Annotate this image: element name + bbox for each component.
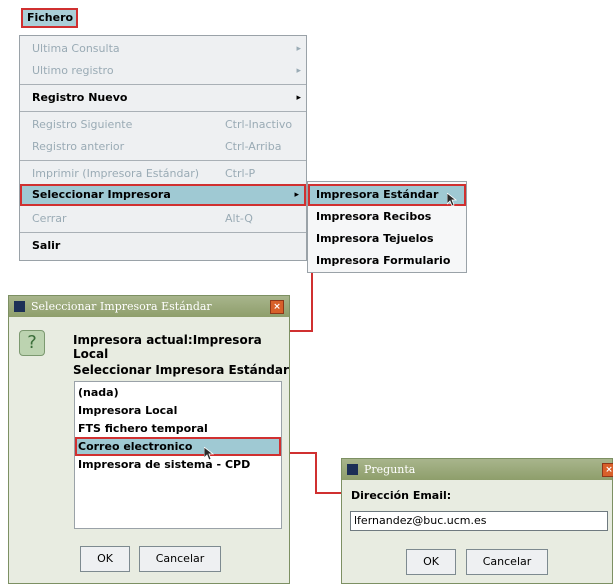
submenu-item-impresora-estandar[interactable]: Impresora Estándar bbox=[308, 184, 466, 206]
list-item[interactable]: Impresora Local bbox=[75, 401, 281, 420]
menu-item-label: Registro anterior bbox=[32, 140, 125, 153]
list-item[interactable]: Impresora de sistema - CPD bbox=[75, 455, 281, 474]
callout-line bbox=[288, 330, 313, 332]
cancel-button[interactable]: Cancelar bbox=[139, 546, 221, 572]
menu-item-shortcut: Ctrl-Inactivo bbox=[225, 118, 293, 131]
email-label: Dirección Email: bbox=[351, 489, 452, 502]
app-icon bbox=[347, 464, 358, 475]
callout-line bbox=[311, 273, 313, 331]
chevron-right-icon: ▸ bbox=[296, 66, 301, 76]
menu-item-salir[interactable]: Salir bbox=[20, 235, 306, 257]
menu-item-registro-anterior[interactable]: Registro anterior Ctrl-Arriba bbox=[20, 136, 306, 158]
printer-submenu: Impresora Estándar Impresora Recibos Imp… bbox=[307, 181, 467, 273]
menu-item-shortcut: Alt-Q bbox=[225, 212, 253, 225]
close-icon[interactable]: × bbox=[270, 300, 284, 314]
mouse-pointer-icon bbox=[204, 447, 214, 461]
close-icon[interactable]: × bbox=[602, 463, 613, 477]
menu-item-ultima-consulta[interactable]: Ultima Consulta ▸ bbox=[20, 38, 306, 60]
ok-button[interactable]: OK bbox=[80, 546, 130, 572]
chevron-right-icon: ▸ bbox=[296, 93, 301, 103]
callout-line bbox=[315, 452, 317, 494]
dialog-title: Seleccionar Impresora Estándar bbox=[31, 300, 212, 313]
select-printer-label: Seleccionar Impresora Estándar bbox=[73, 363, 289, 377]
submenu-item-impresora-tejuelos[interactable]: Impresora Tejuelos bbox=[308, 228, 466, 250]
ok-button[interactable]: OK bbox=[406, 549, 456, 575]
menu-item-ultimo-registro[interactable]: Ultimo registro ▸ bbox=[20, 60, 306, 82]
menu-item-imprimir[interactable]: Imprimir (Impresora Estándar) Ctrl-P bbox=[20, 163, 306, 185]
mouse-pointer-icon bbox=[447, 193, 457, 207]
menu-separator bbox=[20, 232, 306, 233]
list-item[interactable]: FTS fichero temporal bbox=[75, 419, 281, 438]
menu-item-label: Registro Nuevo bbox=[32, 91, 128, 104]
menu-item-registro-nuevo[interactable]: Registro Nuevo ▸ bbox=[20, 87, 306, 109]
fichero-menu-panel: Ultima Consulta ▸ Ultimo registro ▸ Regi… bbox=[19, 35, 307, 261]
chevron-right-icon: ▸ bbox=[296, 44, 301, 54]
menu-item-cerrar[interactable]: Cerrar Alt-Q bbox=[20, 208, 306, 230]
menu-item-label: Ultima Consulta bbox=[32, 42, 120, 55]
submenu-item-impresora-recibos[interactable]: Impresora Recibos bbox=[308, 206, 466, 228]
menu-item-label: Registro Siguiente bbox=[32, 118, 133, 131]
app-icon bbox=[14, 301, 25, 312]
menu-item-label: Cerrar bbox=[32, 212, 67, 225]
cancel-button[interactable]: Cancelar bbox=[466, 549, 548, 575]
chevron-right-icon: ▸ bbox=[294, 190, 299, 200]
dialog-title: Pregunta bbox=[364, 463, 416, 476]
dialog-titlebar[interactable]: Seleccionar Impresora Estándar × bbox=[9, 296, 289, 317]
menu-item-seleccionar-impresora[interactable]: Seleccionar Impresora ▸ bbox=[20, 184, 306, 206]
dialog-titlebar[interactable]: Pregunta × bbox=[342, 459, 613, 480]
menu-separator bbox=[20, 84, 306, 85]
current-printer-label: Impresora actual:Impresora Local bbox=[73, 333, 262, 361]
select-printer-dialog: Seleccionar Impresora Estándar × ? Impre… bbox=[8, 295, 290, 584]
menu-item-label: Imprimir (Impresora Estándar) bbox=[32, 167, 200, 180]
email-question-dialog: Pregunta × Dirección Email: lfernandez@b… bbox=[341, 458, 613, 584]
menu-item-label: Salir bbox=[32, 239, 61, 252]
email-field[interactable]: lfernandez@buc.ucm.es bbox=[350, 511, 608, 531]
submenu-item-impresora-formulario[interactable]: Impresora Formulario bbox=[308, 250, 466, 272]
list-item[interactable]: (nada) bbox=[75, 383, 281, 402]
menu-item-shortcut: Ctrl-Arriba bbox=[225, 140, 282, 153]
menu-item-label: Seleccionar Impresora bbox=[32, 188, 171, 201]
menu-item-shortcut: Ctrl-P bbox=[225, 167, 256, 180]
question-icon: ? bbox=[19, 330, 45, 356]
menu-fichero[interactable]: Fichero bbox=[21, 8, 78, 28]
menu-item-label: Ultimo registro bbox=[32, 64, 114, 77]
menu-separator bbox=[20, 160, 306, 161]
list-item-selected[interactable]: Correo electronico bbox=[75, 437, 281, 456]
menu-separator bbox=[20, 111, 306, 112]
printer-list[interactable]: (nada) Impresora Local FTS fichero tempo… bbox=[74, 381, 282, 529]
menu-item-registro-siguiente[interactable]: Registro Siguiente Ctrl-Inactivo bbox=[20, 114, 306, 136]
